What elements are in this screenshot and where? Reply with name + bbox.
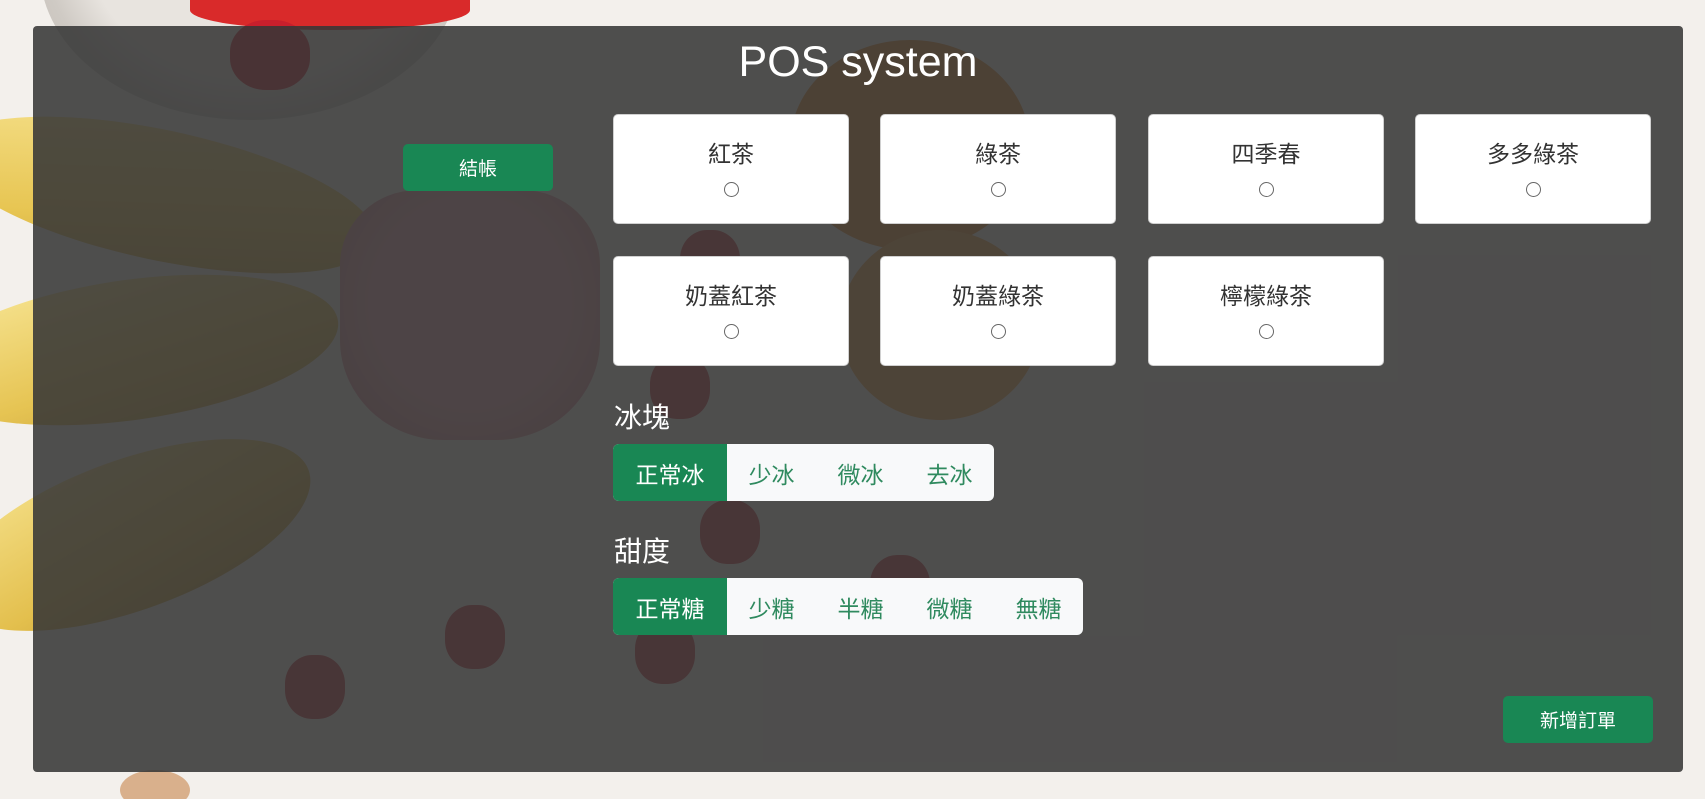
drink-menu: 紅茶 綠茶 四季春 多多綠茶 奶蓋紅茶 奶蓋綠茶 檸檬綠茶 — [613, 114, 1653, 374]
hand-image — [120, 770, 190, 799]
drink-card-yakult-green-tea[interactable]: 多多綠茶 — [1415, 114, 1651, 224]
ice-section-label: 冰塊 — [614, 401, 671, 434]
sugar-option-light[interactable]: 微糖 — [905, 578, 994, 635]
drink-radio[interactable] — [723, 182, 739, 197]
ice-option-normal[interactable]: 正常冰 — [613, 444, 727, 501]
drink-radio[interactable] — [1258, 182, 1274, 197]
drink-name: 四季春 — [1231, 142, 1301, 168]
drink-card-black-tea[interactable]: 紅茶 — [613, 114, 849, 224]
drink-name: 綠茶 — [975, 142, 1021, 168]
drink-radio[interactable] — [723, 324, 739, 339]
new-order-button[interactable]: 新增訂單 — [1503, 696, 1653, 743]
ice-options: 正常冰 少冰 微冰 去冰 — [613, 444, 994, 501]
page-title: POS system — [738, 38, 978, 86]
drink-radio[interactable] — [990, 182, 1006, 197]
drink-name: 紅茶 — [708, 142, 754, 168]
sugar-section-label: 甜度 — [614, 535, 671, 568]
drink-card-lemon-green-tea[interactable]: 檸檬綠茶 — [1148, 256, 1384, 366]
drink-radio[interactable] — [990, 324, 1006, 339]
sugar-option-half[interactable]: 半糖 — [816, 578, 905, 635]
drink-card-milk-foam-black-tea[interactable]: 奶蓋紅茶 — [613, 256, 849, 366]
drink-name: 奶蓋紅茶 — [685, 284, 777, 310]
drink-name: 檸檬綠茶 — [1220, 284, 1312, 310]
drink-radio[interactable] — [1525, 182, 1541, 197]
drink-card-green-tea[interactable]: 綠茶 — [880, 114, 1116, 224]
pos-panel: POS system 結帳 紅茶 綠茶 四季春 多多綠茶 奶蓋紅茶 奶蓋綠茶 檸… — [33, 26, 1683, 772]
sugar-options: 正常糖 少糖 半糖 微糖 無糖 — [613, 578, 1083, 635]
drink-name: 奶蓋綠茶 — [952, 284, 1044, 310]
ice-option-none[interactable]: 去冰 — [905, 444, 994, 501]
ice-option-light[interactable]: 微冰 — [816, 444, 905, 501]
sugar-option-normal[interactable]: 正常糖 — [613, 578, 727, 635]
drink-card-four-seasons[interactable]: 四季春 — [1148, 114, 1384, 224]
sugar-option-less[interactable]: 少糖 — [727, 578, 816, 635]
drink-radio[interactable] — [1258, 324, 1274, 339]
checkout-button[interactable]: 結帳 — [403, 144, 553, 191]
ice-option-less[interactable]: 少冰 — [727, 444, 816, 501]
drink-name: 多多綠茶 — [1487, 142, 1579, 168]
drink-card-milk-foam-green-tea[interactable]: 奶蓋綠茶 — [880, 256, 1116, 366]
sugar-option-none[interactable]: 無糖 — [994, 578, 1083, 635]
